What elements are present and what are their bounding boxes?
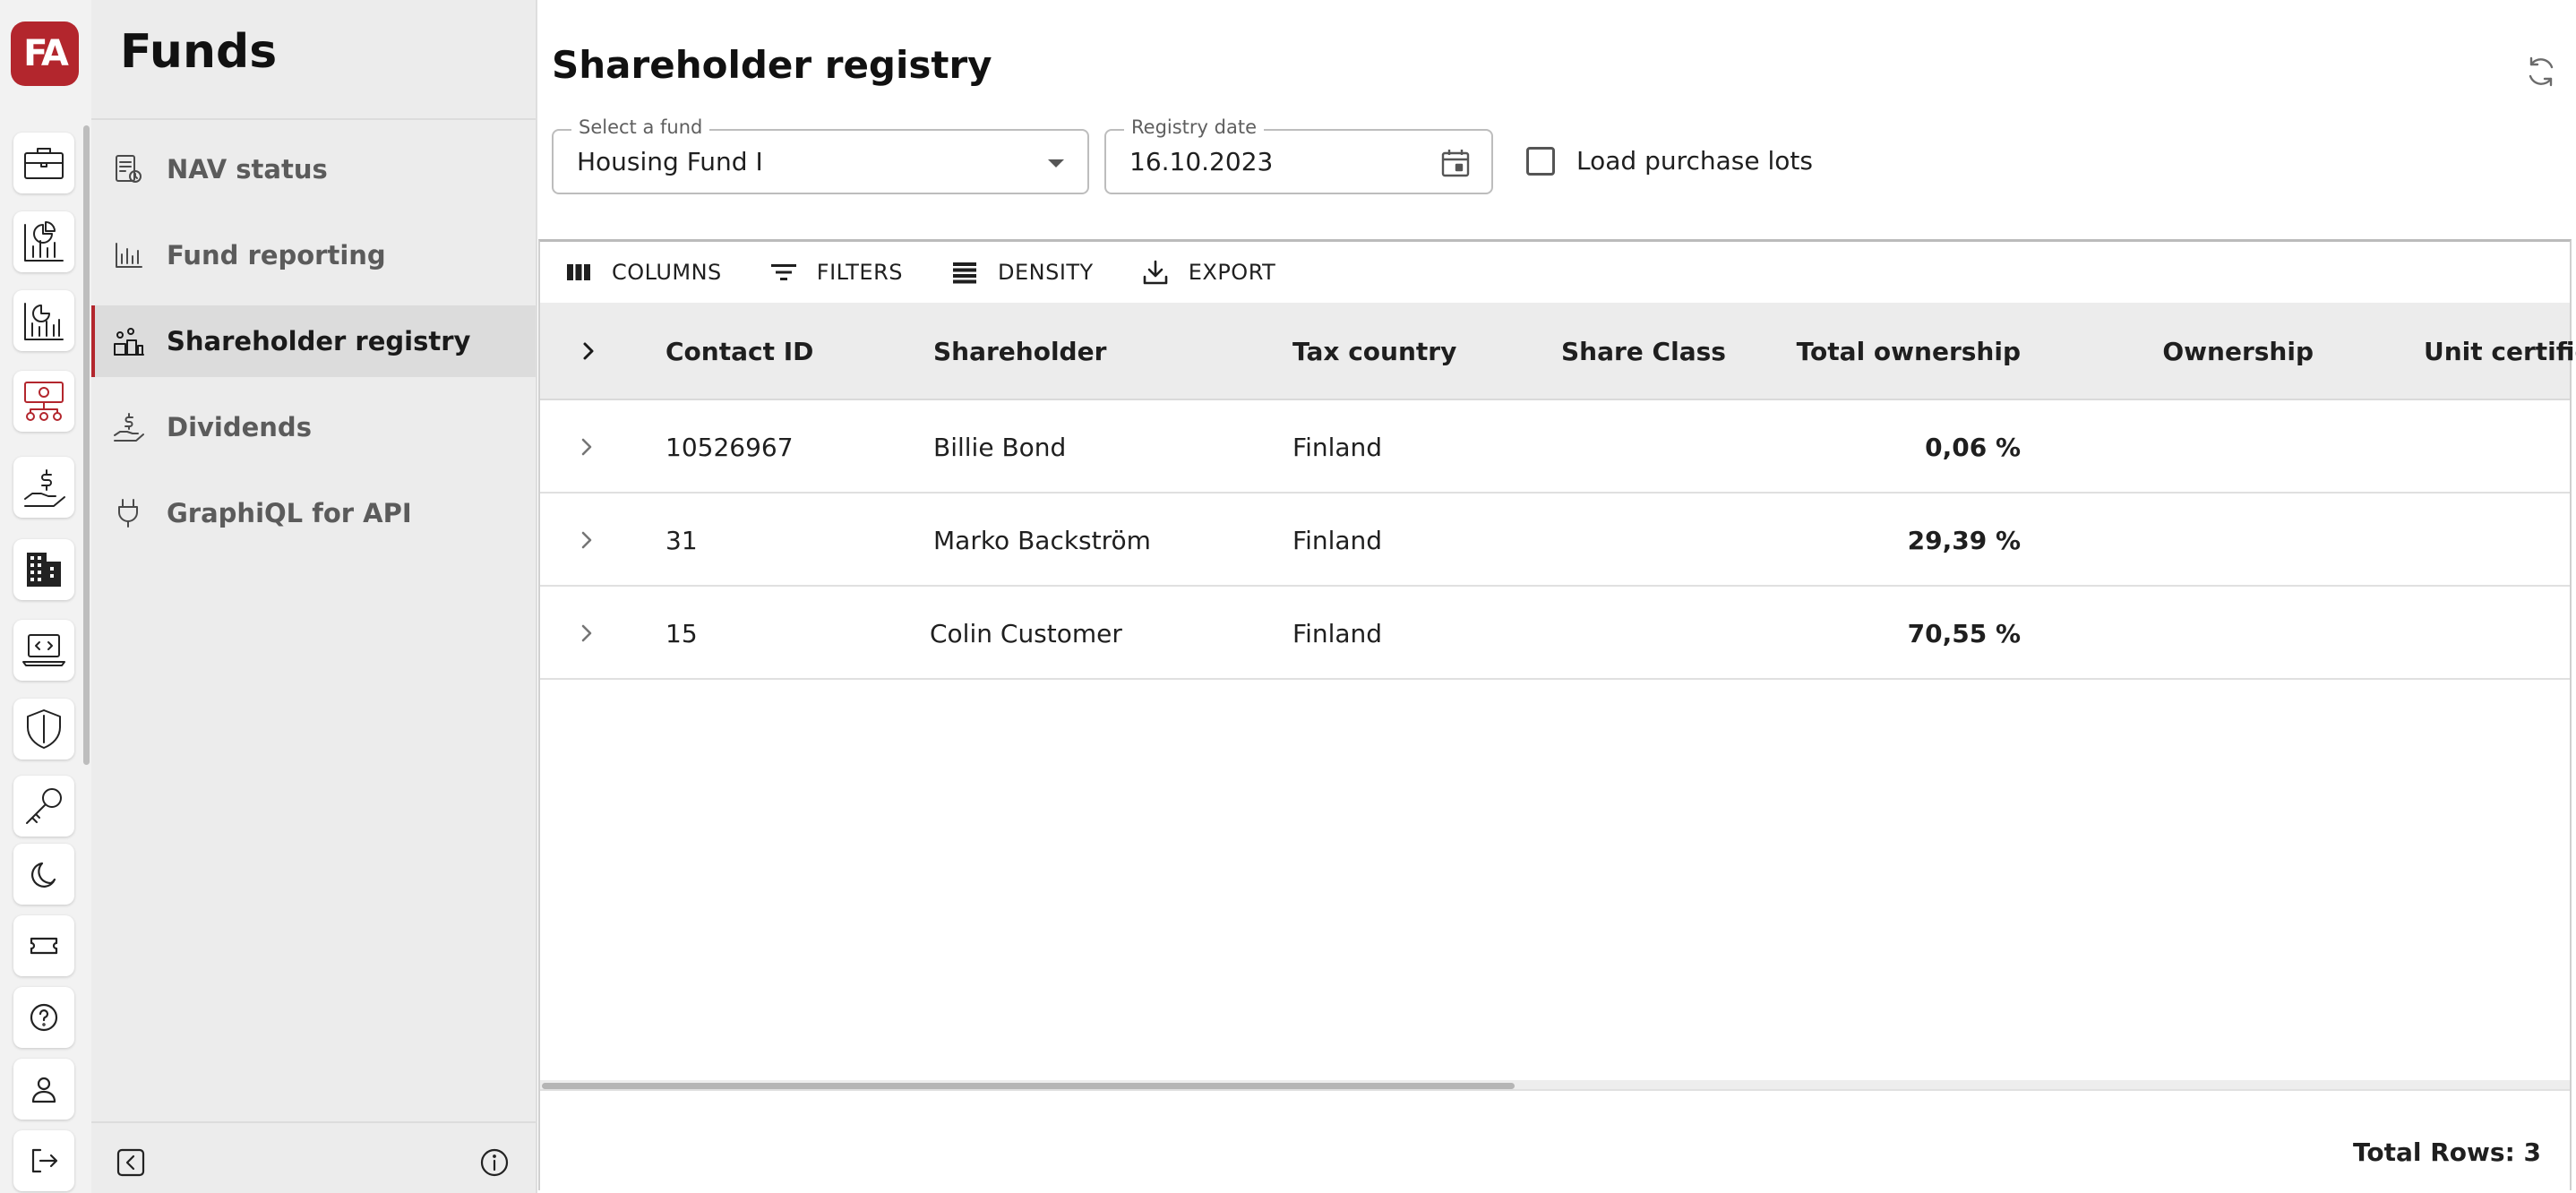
user-icon[interactable] — [13, 1059, 74, 1120]
cell-tax-country: Finland — [1292, 432, 1383, 462]
total-rows-count: Total Rows: 3 — [2353, 1137, 2541, 1167]
filters-button[interactable]: FILTERS — [769, 257, 903, 288]
nav-item-fund-reporting[interactable]: Fund reporting — [91, 219, 536, 291]
nav-item-label: GraphiQL for API — [167, 498, 412, 528]
funds-network-icon[interactable] — [13, 371, 74, 432]
grid-toolbar: COLUMNS FILTERS DENSITY EXPORT — [540, 242, 2570, 303]
dropdown-arrow-icon[interactable] — [1048, 159, 1064, 167]
fund-select[interactable]: Select a fund Housing Fund I — [552, 116, 1089, 194]
rail-scrollbar[interactable] — [83, 125, 90, 765]
column-header-total-ownership[interactable]: Total ownership — [1797, 303, 2021, 400]
load-purchase-lots-toggle[interactable]: Load purchase lots — [1526, 146, 1813, 176]
grid-footer — [540, 1089, 2570, 1193]
shield-icon[interactable] — [13, 699, 74, 760]
filter-icon — [770, 264, 796, 280]
nav-item-shareholder-registry[interactable]: Shareholder registry — [91, 305, 536, 377]
report-icon — [116, 155, 142, 183]
ticket-icon[interactable] — [13, 915, 74, 976]
main-content: Shareholder registry Select a fund Housi… — [538, 0, 2576, 1193]
collapse-sidebar-icon[interactable] — [113, 1145, 149, 1180]
building-icon[interactable] — [13, 539, 74, 600]
density-icon — [952, 262, 976, 284]
cell-total-ownership: 70,55 % — [1907, 618, 2021, 648]
cell-tax-country: Finland — [1292, 525, 1383, 555]
registry-date-field[interactable]: Registry date 16.10.2023 — [1104, 116, 1493, 194]
load-purchase-lots-checkbox[interactable] — [1526, 146, 1555, 176]
help-icon[interactable] — [13, 987, 74, 1048]
registry-date-label: Registry date — [1124, 116, 1264, 138]
laptop-code-icon[interactable] — [13, 620, 74, 681]
row-expand-chevron-icon[interactable] — [571, 617, 603, 649]
export-button[interactable]: EXPORT — [1140, 257, 1276, 288]
cell-contact-id: 15 — [665, 618, 698, 648]
cell-contact-id: 10526967 — [665, 432, 794, 462]
nav-item-graphiql[interactable]: GraphiQL for API — [91, 477, 536, 549]
horizontal-scrollbar-thumb[interactable] — [542, 1083, 1515, 1089]
fund-select-value: Housing Fund I — [577, 147, 763, 176]
people-chart-icon — [114, 328, 144, 356]
nav-item-label: Shareholder registry — [167, 326, 471, 356]
bar-chart-report-icon[interactable] — [13, 290, 74, 351]
columns-icon — [567, 264, 590, 280]
cell-total-ownership: 29,39 % — [1907, 525, 2021, 555]
key-icon[interactable] — [13, 776, 74, 837]
fa-logo[interactable]: FA — [11, 21, 79, 86]
row-expand-chevron-icon[interactable] — [571, 431, 603, 463]
download-icon — [1143, 260, 1168, 285]
cell-total-ownership: 0,06 % — [1925, 432, 2021, 462]
nav-item-dividends[interactable]: Dividends — [91, 391, 536, 463]
cell-tax-country: Finland — [1292, 618, 1383, 648]
column-header-contact-id[interactable]: Contact ID — [665, 303, 813, 400]
table-row[interactable]: 31 Marko Backström Finland 29,39 % — [540, 494, 2570, 587]
plug-icon — [118, 499, 138, 528]
hand-money-icon[interactable] — [13, 457, 74, 518]
nav-footer-divider — [91, 1121, 536, 1123]
cell-contact-id: 31 — [665, 525, 698, 555]
load-purchase-lots-label: Load purchase lots — [1576, 146, 1813, 176]
columns-button[interactable]: COLUMNS — [563, 257, 722, 288]
table-row[interactable]: 15 Colin Customer Finland 70,55 % — [540, 587, 2570, 680]
expand-all-chevron-icon[interactable] — [572, 335, 605, 367]
nav-title: Funds — [120, 25, 278, 79]
hand-dollar-icon — [114, 413, 144, 442]
density-button[interactable]: DENSITY — [949, 257, 1094, 288]
calendar-icon[interactable] — [1438, 145, 1473, 181]
table-row[interactable]: 10526967 Billie Bond Finland 0,06 % — [540, 400, 2570, 494]
column-header-tax-country[interactable]: Tax country — [1292, 303, 1456, 400]
column-header-ownership[interactable]: Ownership — [2134, 303, 2314, 400]
nav-item-label: Dividends — [167, 412, 312, 442]
funds-nav-panel: Funds NAV status Fund reporting Sharehol… — [91, 0, 537, 1193]
row-expand-chevron-icon[interactable] — [571, 524, 603, 556]
pie-chart-report-icon[interactable] — [13, 211, 74, 272]
nav-divider — [91, 118, 536, 120]
cell-shareholder: Billie Bond — [933, 432, 1067, 462]
cell-shareholder: Marko Backström — [933, 525, 1151, 555]
bar-chart-icon — [116, 243, 142, 268]
registry-date-value: 16.10.2023 — [1129, 147, 1274, 176]
page-title: Shareholder registry — [552, 43, 992, 87]
info-icon[interactable] — [477, 1145, 512, 1180]
icon-rail: FA — [0, 0, 91, 1193]
logout-icon[interactable] — [13, 1130, 74, 1191]
export-label: EXPORT — [1188, 260, 1276, 285]
column-header-share-class[interactable]: Share Class — [1561, 303, 1726, 400]
refresh-icon[interactable] — [2518, 48, 2564, 95]
briefcase-icon[interactable] — [13, 133, 74, 193]
nav-item-nav-status[interactable]: NAV status — [91, 133, 536, 205]
fund-select-label: Select a fund — [571, 116, 710, 138]
column-header-shareholder[interactable]: Shareholder — [933, 303, 1106, 400]
grid-header: Contact ID Shareholder Tax country Share… — [540, 303, 2576, 400]
density-label: DENSITY — [997, 260, 1094, 285]
nav-item-label: NAV status — [167, 154, 328, 185]
filters-label: FILTERS — [816, 260, 903, 285]
columns-label: COLUMNS — [612, 260, 722, 285]
column-header-unit-certificate[interactable]: Unit certifica — [2424, 303, 2576, 400]
moon-icon[interactable] — [13, 844, 74, 905]
nav-item-label: Fund reporting — [167, 240, 386, 270]
cell-shareholder: Colin Customer — [930, 618, 1122, 648]
shareholder-grid: COLUMNS FILTERS DENSITY EXPORT Contact I… — [538, 239, 2576, 1193]
